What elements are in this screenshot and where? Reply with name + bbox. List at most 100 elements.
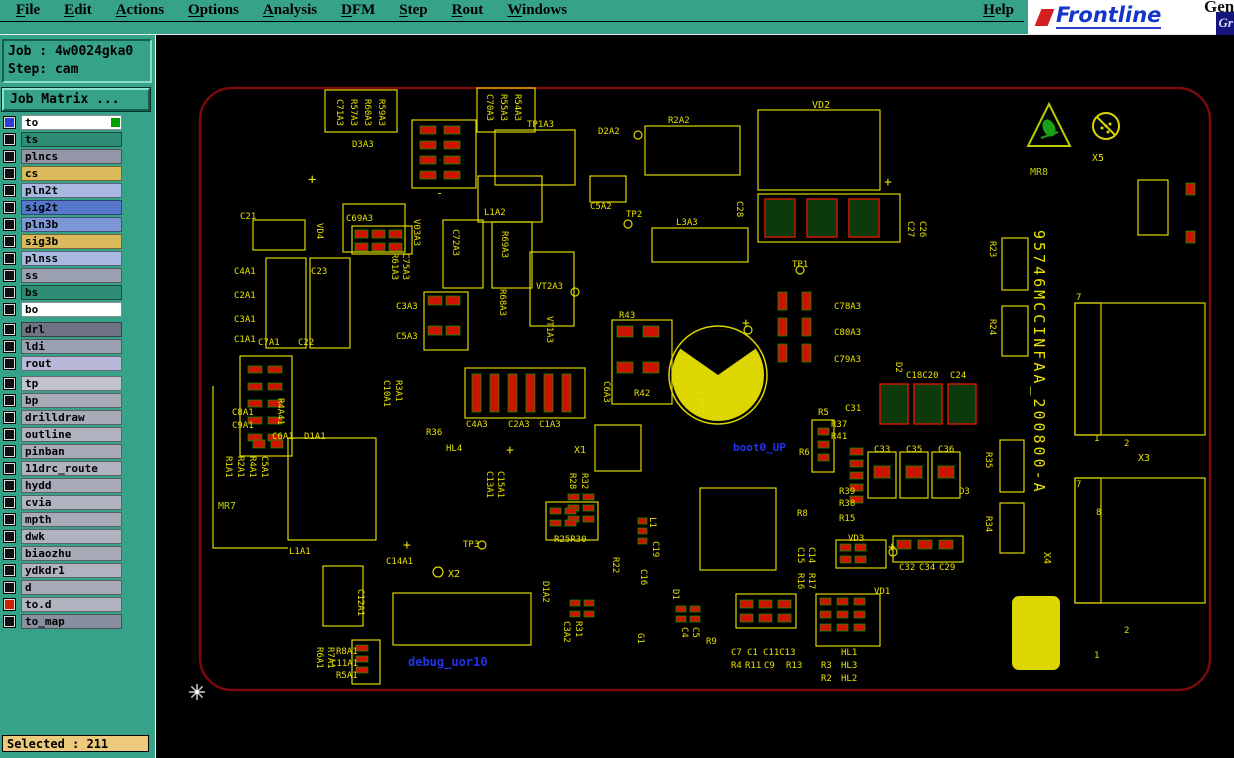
layer-row-plncs[interactable]: plncs xyxy=(4,149,152,164)
layer-row-outline[interactable]: outline xyxy=(4,427,152,442)
layer-name-label[interactable]: cs xyxy=(21,166,122,181)
layer-visibility-toggle[interactable] xyxy=(4,599,15,610)
menu-step[interactable]: Step xyxy=(399,2,427,19)
layer-row-drilldraw[interactable]: drilldraw xyxy=(4,410,152,425)
layer-row-to[interactable]: to xyxy=(4,115,152,130)
layer-row-d[interactable]: d xyxy=(4,580,152,595)
layer-visibility-toggle[interactable] xyxy=(4,304,15,315)
layer-name-label[interactable]: drilldraw xyxy=(21,410,122,425)
layer-name-label[interactable]: pinban xyxy=(21,444,122,459)
layer-row-tp[interactable]: tp xyxy=(4,376,152,391)
layer-visibility-toggle[interactable] xyxy=(4,287,15,298)
layer-row-ydkdr1[interactable]: ydkdr1 xyxy=(4,563,152,578)
layer-visibility-toggle[interactable] xyxy=(4,341,15,352)
layer-name-label[interactable]: pln2t xyxy=(21,183,122,198)
layer-row-biaozhu[interactable]: biaozhu xyxy=(4,546,152,561)
menu-help[interactable]: Help xyxy=(983,2,1014,19)
layer-row-plnss[interactable]: plnss xyxy=(4,251,152,266)
layer-visibility-toggle[interactable] xyxy=(4,134,15,145)
layer-name-label[interactable]: cvia xyxy=(21,495,122,510)
layer-visibility-toggle[interactable] xyxy=(4,531,15,542)
layer-row-bp[interactable]: bp xyxy=(4,393,152,408)
layer-row-bs[interactable]: bs xyxy=(4,285,152,300)
layer-visibility-toggle[interactable] xyxy=(4,236,15,247)
menu-dfm[interactable]: DFM xyxy=(341,2,375,19)
layer-visibility-toggle[interactable] xyxy=(4,253,15,264)
layer-row-hydd[interactable]: hydd xyxy=(4,478,152,493)
layer-name-label[interactable]: plnss xyxy=(21,251,122,266)
layer-name-label[interactable]: sig2t xyxy=(21,200,122,215)
menu-file[interactable]: File xyxy=(16,2,40,19)
layer-name-label[interactable]: ydkdr1 xyxy=(21,563,122,578)
job-matrix-button[interactable]: Job Matrix ... xyxy=(2,88,150,111)
layer-visibility-toggle[interactable] xyxy=(4,429,15,440)
layer-name-label[interactable]: mpth xyxy=(21,512,122,527)
layer-visibility-toggle[interactable] xyxy=(4,378,15,389)
layer-row-ts[interactable]: ts xyxy=(4,132,152,147)
layer-name-label[interactable]: outline xyxy=(21,427,122,442)
layer-name-label[interactable]: to_map xyxy=(21,614,122,629)
layer-visibility-toggle[interactable] xyxy=(4,514,15,525)
layer-visibility-toggle[interactable] xyxy=(4,565,15,576)
layer-row-dwk[interactable]: dwk xyxy=(4,529,152,544)
pcb-canvas[interactable]: C71A3 R57A3 R60A3 R59A3 C70A3 R55A3 R54A3 TP1A3… xyxy=(157,35,1234,758)
layer-name-label[interactable]: to xyxy=(21,115,122,130)
layer-name-label[interactable]: sig3b xyxy=(21,234,122,249)
layer-name-label[interactable]: tp xyxy=(21,376,122,391)
layer-visibility-toggle[interactable] xyxy=(4,219,15,230)
layer-name-label[interactable]: pln3b xyxy=(21,217,122,232)
menu-rout[interactable]: Rout xyxy=(452,2,484,19)
layer-visibility-toggle[interactable] xyxy=(4,616,15,627)
menu-edit[interactable]: Edit xyxy=(64,2,92,19)
layer-row-drl[interactable]: drl xyxy=(4,322,152,337)
layer-row-11drc_route[interactable]: 11drc_route xyxy=(4,461,152,476)
layer-name-label[interactable]: plncs xyxy=(21,149,122,164)
layer-visibility-toggle[interactable] xyxy=(4,185,15,196)
layer-row-pinban[interactable]: pinban xyxy=(4,444,152,459)
layer-visibility-toggle[interactable] xyxy=(4,395,15,406)
layer-row-sig2t[interactable]: sig2t xyxy=(4,200,152,215)
layer-row-pln2t[interactable]: pln2t xyxy=(4,183,152,198)
layer-row-ss[interactable]: ss xyxy=(4,268,152,283)
layer-visibility-toggle[interactable] xyxy=(4,151,15,162)
layer-visibility-toggle[interactable] xyxy=(4,480,15,491)
layer-visibility-toggle[interactable] xyxy=(4,548,15,559)
layer-name-label[interactable]: to.d xyxy=(21,597,122,612)
layer-row-to.d[interactable]: to.d xyxy=(4,597,152,612)
main-canvas[interactable]: C71A3 R57A3 R60A3 R59A3 C70A3 R55A3 R54A3 TP1A3… xyxy=(157,35,1234,758)
layer-visibility-toggle[interactable] xyxy=(4,582,15,593)
layer-name-label[interactable]: bp xyxy=(21,393,122,408)
layer-row-to_map[interactable]: to_map xyxy=(4,614,152,629)
layer-name-label[interactable]: 11drc_route xyxy=(21,461,122,476)
layer-row-ldi[interactable]: ldi xyxy=(4,339,152,354)
layer-name-label[interactable]: ts xyxy=(21,132,122,147)
layer-name-label[interactable]: biaozhu xyxy=(21,546,122,561)
layer-name-label[interactable]: ldi xyxy=(21,339,122,354)
layer-row-sig3b[interactable]: sig3b xyxy=(4,234,152,249)
layer-row-rout[interactable]: rout xyxy=(4,356,152,371)
menu-actions[interactable]: Actions xyxy=(116,2,164,19)
layer-row-cvia[interactable]: cvia xyxy=(4,495,152,510)
menu-options[interactable]: Options xyxy=(188,2,239,19)
layer-visibility-toggle[interactable] xyxy=(4,463,15,474)
layer-visibility-toggle[interactable] xyxy=(4,497,15,508)
layer-row-cs[interactable]: cs xyxy=(4,166,152,181)
layer-visibility-toggle[interactable] xyxy=(4,412,15,423)
layer-visibility-toggle[interactable] xyxy=(4,324,15,335)
layer-name-label[interactable]: rout xyxy=(21,356,122,371)
menu-windows[interactable]: Windows xyxy=(507,2,567,19)
layer-visibility-toggle[interactable] xyxy=(4,270,15,281)
layer-row-mpth[interactable]: mpth xyxy=(4,512,152,527)
layer-visibility-toggle[interactable] xyxy=(4,168,15,179)
menu-analysis[interactable]: Analysis xyxy=(263,2,317,19)
layer-visibility-toggle[interactable] xyxy=(4,446,15,457)
layer-name-label[interactable]: ss xyxy=(21,268,122,283)
layer-visibility-toggle[interactable] xyxy=(4,358,15,369)
layer-name-label[interactable]: dwk xyxy=(21,529,122,544)
layer-name-label[interactable]: drl xyxy=(21,322,122,337)
layer-row-pln3b[interactable]: pln3b xyxy=(4,217,152,232)
layer-name-label[interactable]: bo xyxy=(21,302,122,317)
layer-visibility-toggle[interactable] xyxy=(4,202,15,213)
layer-row-bo[interactable]: bo xyxy=(4,302,152,317)
layer-name-label[interactable]: hydd xyxy=(21,478,122,493)
